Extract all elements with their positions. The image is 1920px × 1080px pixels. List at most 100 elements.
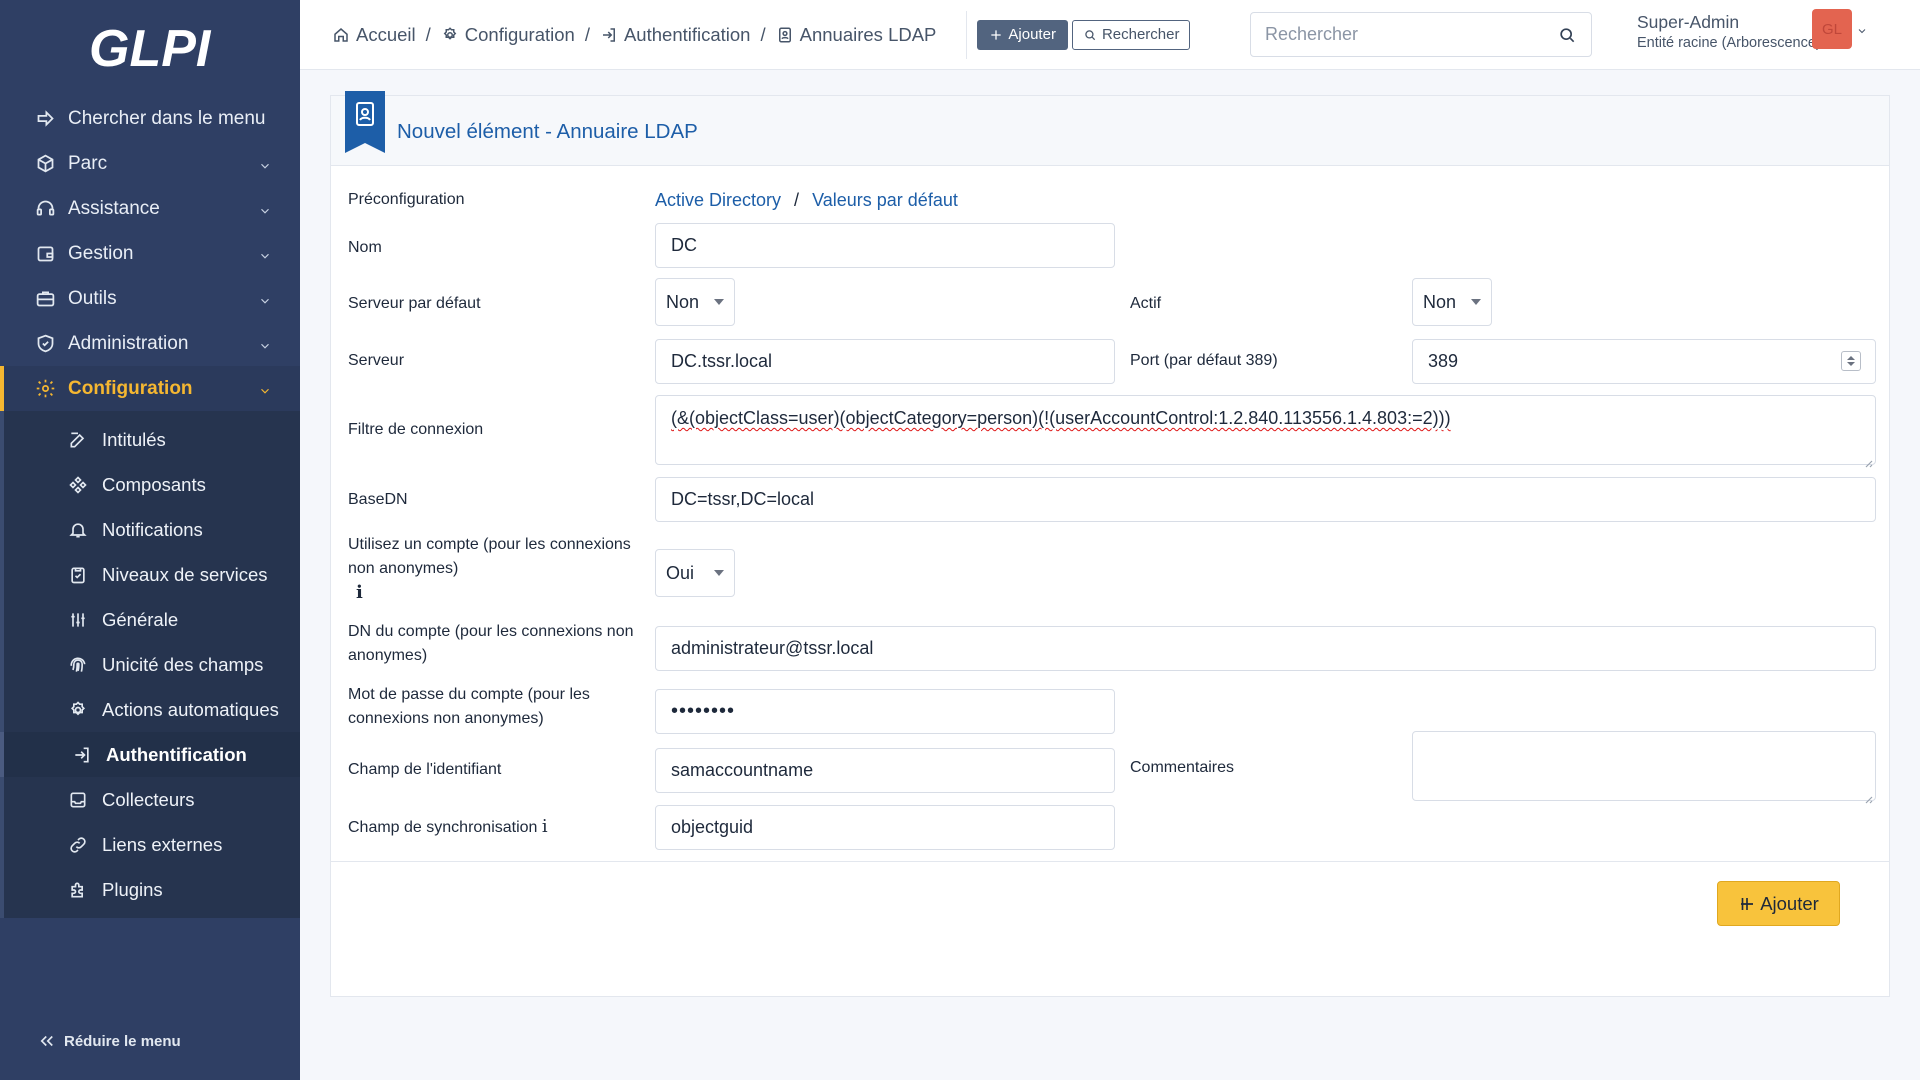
breadcrumb-label: Accueil: [356, 23, 416, 45]
sidebar-item-configuration[interactable]: Configuration: [0, 366, 300, 411]
plus-icon: [991, 29, 1002, 40]
breadcrumb-label: Configuration: [464, 23, 575, 45]
glpi-logo-icon: GLPI: [89, 20, 212, 78]
preconfig-default-link[interactable]: Valeurs par défaut: [812, 190, 958, 210]
search-icon[interactable]: [1557, 25, 1577, 45]
breadcrumb-annuaires-ldap[interactable]: Annuaires LDAP: [776, 23, 937, 46]
sidebar-item-parc[interactable]: Parc: [0, 141, 300, 186]
info-icon[interactable]: i: [356, 582, 363, 603]
search-button-label: Rechercher: [1101, 26, 1180, 43]
search-menu-item[interactable]: Chercher dans le menu: [0, 96, 300, 141]
breadcrumb-label: Annuaires LDAP: [799, 23, 937, 45]
number-spinner-icon[interactable]: [1841, 351, 1861, 371]
user-menu[interactable]: Super-Admin Entité racine (Arborescence): [1637, 12, 1821, 51]
submenu-item-niveaux-services[interactable]: Niveaux de services: [4, 552, 300, 597]
submenu-item-intitules[interactable]: Intitulés: [4, 417, 300, 462]
default-server-select[interactable]: Non: [655, 278, 735, 326]
inbox-icon: [68, 790, 88, 810]
avatar[interactable]: GL: [1812, 9, 1852, 49]
preconfig-active-directory-link[interactable]: Active Directory: [655, 190, 781, 210]
server-label: Serveur: [348, 352, 405, 369]
active-select[interactable]: Non: [1412, 278, 1492, 326]
submenu-item-label: Liens externes: [102, 833, 223, 855]
global-search-input[interactable]: [1265, 24, 1557, 45]
password-field[interactable]: ••••••••: [655, 689, 1115, 734]
card-footer-divider: [331, 861, 1889, 862]
ldap-form-card: Nouvel élément - Annuaire LDAP Préconfig…: [330, 91, 1890, 997]
gear-icon: [34, 378, 56, 400]
sliders-icon: [68, 610, 88, 630]
port-field[interactable]: 389: [1412, 339, 1876, 384]
submit-add-label: Ajouter: [1760, 892, 1819, 914]
submenu-item-plugins[interactable]: Plugins: [4, 867, 300, 912]
active-label: Actif: [1130, 295, 1162, 312]
sync-field-text: Champ de synchronisation: [348, 819, 538, 836]
submit-add-button[interactable]: Ajouter: [1717, 881, 1840, 926]
submenu-item-label: Niveaux de services: [102, 563, 268, 585]
topbar: Accueil / Configuration / Authentificati…: [300, 0, 1920, 70]
account-dn-field[interactable]: administrateur@tssr.local: [655, 626, 1876, 671]
glpi-logo[interactable]: GLPI: [0, 0, 300, 96]
sidebar-item-administration[interactable]: Administration: [0, 321, 300, 366]
default-server-label: Serveur par défaut: [348, 295, 481, 312]
filter-textarea[interactable]: (&(objectClass=user)(objectCategory=pers…: [655, 395, 1876, 468]
puzzle-icon: [68, 880, 88, 900]
login-field-label: Champ de l'identifiant: [348, 761, 502, 778]
name-label: Nom: [348, 239, 382, 256]
breadcrumb-separator: /: [760, 23, 766, 45]
sidebar-item-label: Administration: [68, 332, 189, 354]
sidebar-item-assistance[interactable]: Assistance: [0, 186, 300, 231]
sidebar-item-label: Parc: [68, 152, 108, 174]
headset-icon: [34, 198, 56, 220]
info-icon[interactable]: i: [542, 816, 548, 837]
resize-handle-icon[interactable]: [1863, 452, 1873, 468]
collapse-menu-label: Réduire le menu: [64, 1032, 181, 1050]
breadcrumb-separator: /: [584, 23, 590, 45]
server-field[interactable]: DC.tssr.local: [655, 339, 1115, 384]
fingerprint-icon: [68, 655, 88, 675]
submenu-item-actions-automatiques[interactable]: Actions automatiques: [4, 687, 300, 732]
collapse-menu-button[interactable]: Réduire le menu: [38, 1032, 181, 1050]
configuration-submenu: Intitulés Composants Notifications Nivea…: [0, 411, 300, 918]
submenu-item-authentification[interactable]: Authentification: [0, 732, 300, 777]
sidebar-item-outils[interactable]: Outils: [0, 276, 300, 321]
use-account-select[interactable]: Oui: [655, 549, 735, 597]
server-value: DC.tssr.local: [671, 351, 773, 371]
breadcrumb-authentification[interactable]: Authentification: [600, 24, 750, 46]
preconfig-links: Active Directory / Valeurs par défaut: [655, 188, 958, 212]
wallet-icon: [34, 243, 56, 265]
resize-handle-icon[interactable]: [1863, 788, 1873, 804]
search-button[interactable]: Rechercher: [1071, 19, 1191, 50]
checklist-icon: [68, 565, 88, 585]
comments-label: Commentaires: [1130, 759, 1235, 776]
submenu-item-collecteurs[interactable]: Collecteurs: [4, 777, 300, 822]
shield-icon: [34, 333, 56, 355]
comments-textarea[interactable]: [1412, 731, 1876, 804]
submenu-item-composants[interactable]: Composants: [4, 462, 300, 507]
add-button[interactable]: Ajouter: [977, 19, 1068, 50]
submenu-item-liens-externes[interactable]: Liens externes: [4, 822, 300, 867]
login-field-input[interactable]: samaccountname: [655, 748, 1115, 793]
sync-field-input[interactable]: objectguid: [655, 805, 1115, 850]
name-field[interactable]: DC: [655, 223, 1115, 268]
chevron-down-icon: [258, 337, 272, 351]
breadcrumb-accueil[interactable]: Accueil: [332, 24, 416, 46]
breadcrumb-configuration[interactable]: Configuration: [441, 24, 575, 46]
chevron-down-icon: [258, 157, 272, 171]
submenu-item-unicite-champs[interactable]: Unicité des champs: [4, 642, 300, 687]
basedn-field[interactable]: DC=tssr,DC=local: [655, 477, 1876, 522]
password-label: Mot de passe du compte (pour les connexi…: [348, 686, 590, 727]
chevron-down-icon[interactable]: [1856, 24, 1868, 42]
double-chevron-left-icon: [40, 1035, 53, 1047]
basedn-label: BaseDN: [348, 491, 408, 508]
home-icon: [334, 27, 348, 42]
account-dn-value: administrateur@tssr.local: [671, 638, 874, 658]
basedn-value: DC=tssr,DC=local: [671, 489, 815, 509]
chevron-down-icon: [258, 292, 272, 306]
submenu-item-generale[interactable]: Générale: [4, 597, 300, 642]
breadcrumb-separator: /: [425, 23, 431, 45]
sync-field-value: objectguid: [671, 817, 754, 837]
submenu-item-label: Composants: [102, 473, 206, 495]
sidebar-item-gestion[interactable]: Gestion: [0, 231, 300, 276]
submenu-item-notifications[interactable]: Notifications: [4, 507, 300, 552]
